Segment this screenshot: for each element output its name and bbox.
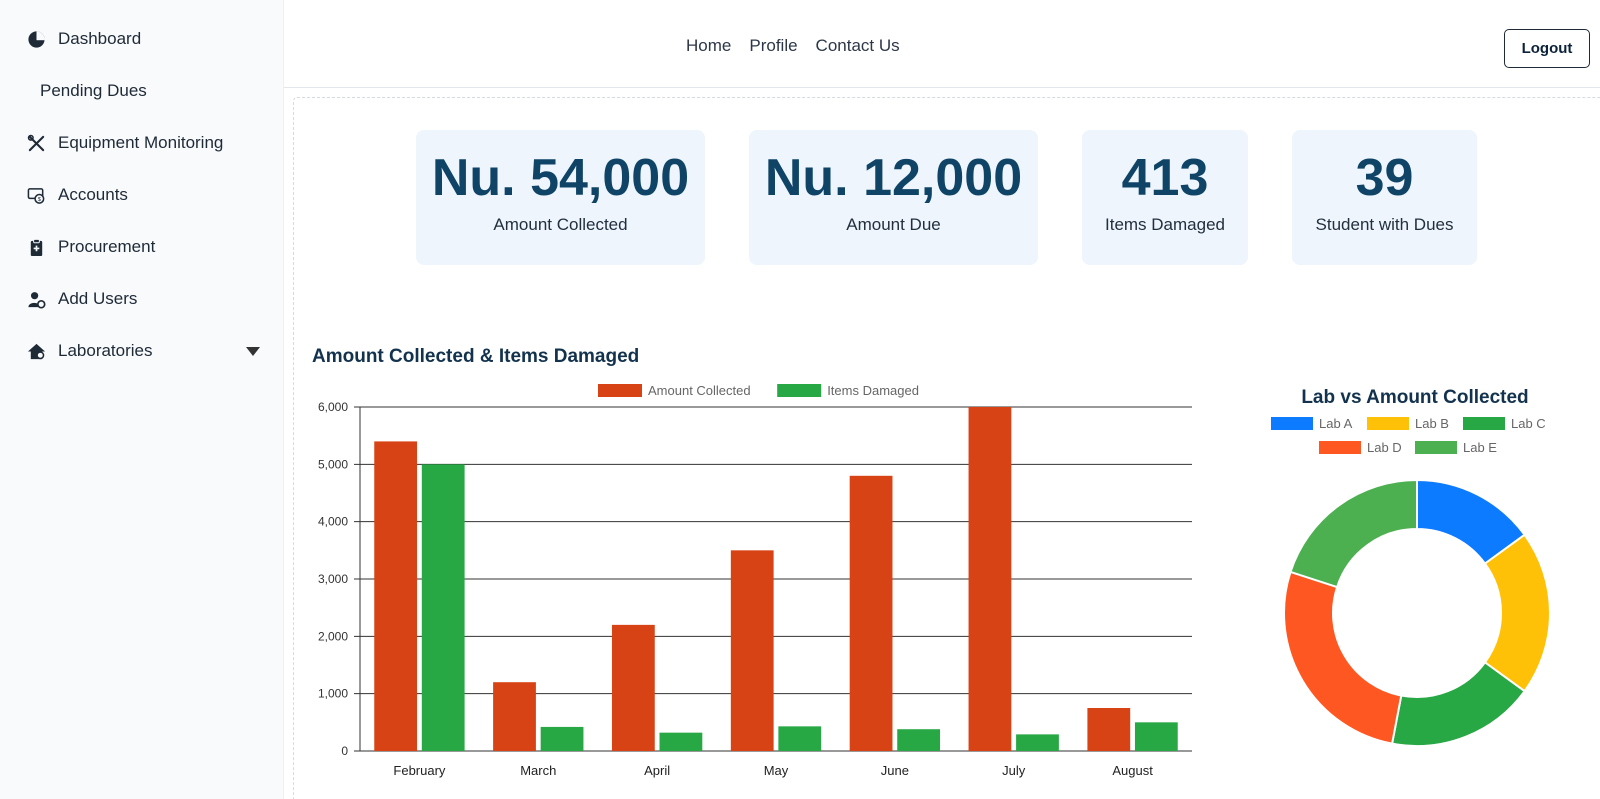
stat-card-amount-collected: Nu. 54,000 Amount Collected [416,130,705,265]
bar [897,729,941,751]
bar [968,407,1012,751]
tools-icon [26,133,46,153]
legend-label: Items Damaged [827,383,919,398]
stat-label: Amount Due [846,215,941,235]
y-tick-label: 0 [341,744,348,758]
sidebar-item-label: Procurement [58,237,156,256]
stat-value: Nu. 12,000 [764,149,1023,207]
donut-slice [1289,478,1418,589]
donut-slice [1283,570,1403,745]
bar-chart: Amount Collected Items Damaged 0 1,000 2,000… [318,383,1192,778]
bar [540,726,584,751]
bar [374,441,418,751]
user-gear-icon [26,289,46,309]
sidebar-item-label: Laboratories [58,341,153,360]
stat-label: Items Damaged [1105,215,1225,235]
bar [778,726,822,751]
bar [1134,722,1178,751]
x-tick-label: May [764,763,789,778]
sidebar-item-label: Accounts [58,185,128,204]
top-nav: Home Profile Contact Us [686,36,900,56]
bar [611,624,655,751]
bar [730,550,774,751]
stat-card-amount-due: Nu. 12,000 Amount Due [749,130,1038,265]
y-tick-label: 3,000 [318,572,348,586]
legend-swatch [1271,417,1313,430]
y-tick-label: 1,000 [318,687,348,701]
top-header: Home Profile Contact Us Logout [284,0,1600,88]
bar-chart-title: Amount Collected & Items Damaged [312,346,640,367]
y-tick-label: 4,000 [318,515,348,529]
cash-icon: $ [26,185,46,205]
legend-swatch [1415,441,1457,454]
y-tick-label: 2,000 [318,629,348,643]
stat-value: Nu. 54,000 [431,149,690,207]
sidebar-item-equipment-monitoring[interactable]: Equipment Monitoring [26,128,223,158]
legend-swatch [1319,441,1361,454]
stat-card-items-damaged: 413 Items Damaged [1082,130,1248,265]
legend-label: Lab A [1319,416,1353,431]
nav-home-link[interactable]: Home [686,36,731,56]
legend-swatch [598,384,642,397]
x-tick-label: March [520,763,556,778]
x-tick-label: February [393,763,446,778]
stat-label: Amount Collected [493,215,628,235]
logout-button[interactable]: Logout [1504,29,1590,68]
stat-value: 39 [1355,149,1414,207]
stat-card-student-with-dues: 39 Student with Dues [1292,130,1477,265]
legend-swatch [1463,417,1505,430]
sidebar-item-dashboard[interactable]: Dashboard [26,24,141,54]
legend-label: Lab E [1463,440,1497,455]
x-tick-label: June [881,763,909,778]
donut-slice [1483,533,1551,693]
legend-label: Lab C [1511,416,1546,431]
bar [1087,708,1131,751]
sidebar-item-label: Dashboard [58,29,142,48]
bar [1016,734,1059,751]
y-tick-label: 5,000 [318,457,348,471]
sidebar-item-procurement[interactable]: Procurement [26,232,155,262]
nav-profile-link[interactable]: Profile [749,36,797,56]
legend-label: Amount Collected [648,383,751,398]
nav-contact-link[interactable]: Contact Us [816,36,900,56]
stat-value: 413 [1121,149,1209,207]
sidebar-item-label: Equipment Monitoring [58,133,224,152]
bar [849,475,893,751]
legend-label: Lab B [1415,416,1449,431]
sidebar-item-label: Pending Dues [40,81,147,100]
sidebar-item-laboratories[interactable]: Laboratories [26,336,153,366]
legend-swatch [777,384,822,397]
x-tick-label: August [1112,763,1153,778]
bar [659,732,703,751]
sidebar-item-pending-dues[interactable]: Pending Dues [40,76,147,106]
legend-swatch [1367,417,1409,430]
sidebar-item-add-users[interactable]: Add Users [26,284,137,314]
x-tick-label: April [644,763,670,778]
x-tick-label: July [1002,763,1026,778]
sidebar-item-label: Add Users [58,289,138,308]
legend-label: Lab D [1367,440,1402,455]
sidebar-item-accounts[interactable]: $ Accounts [26,180,128,210]
chevron-down-icon[interactable] [246,347,260,356]
bar [421,464,465,751]
donut-chart: Lab A Lab B Lab C Lab D Lab E [1271,416,1551,747]
house-gear-icon [26,341,46,361]
y-tick-label: 6,000 [318,400,348,414]
sidebar: Dashboard Pending Dues Equipment Monitor… [0,0,284,799]
bar [493,682,536,751]
clipboard-icon [26,237,46,257]
pie-chart-icon [26,29,46,49]
stat-label: Student with Dues [1315,215,1454,235]
